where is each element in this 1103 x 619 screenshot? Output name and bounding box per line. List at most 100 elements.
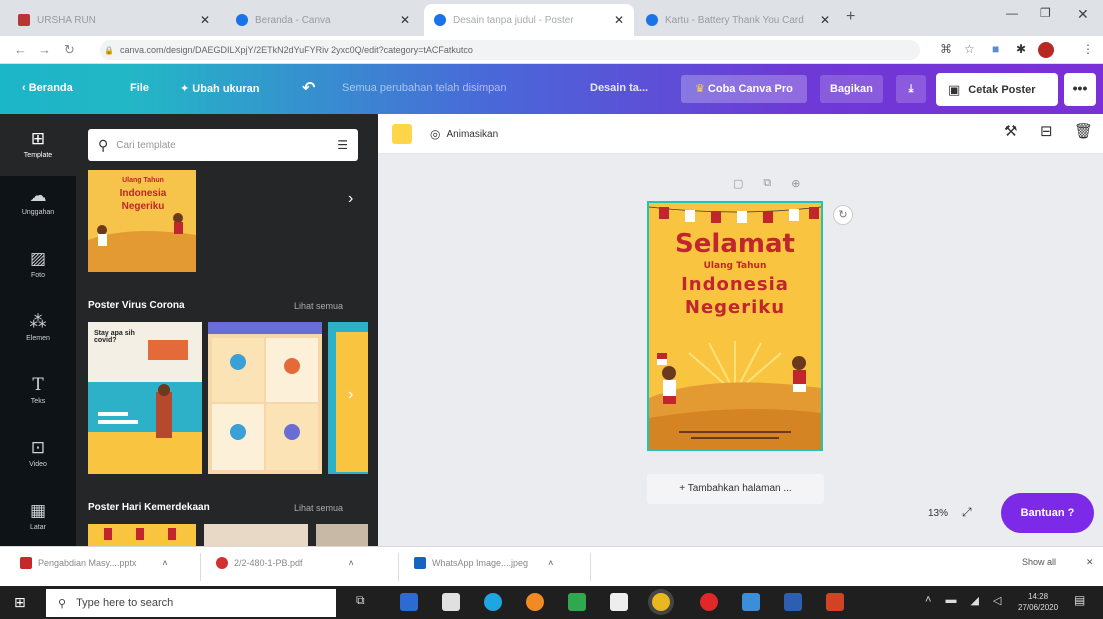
sidebar-item-label: Teks [30, 398, 46, 405]
kebab-menu-icon[interactable]: ⋮ [1082, 42, 1094, 56]
forward-arrow-icon[interactable]: → [38, 42, 51, 57]
zoom-level[interactable]: 13% [928, 508, 948, 519]
chevron-right-icon[interactable]: › [348, 190, 353, 208]
show-all-button[interactable]: Show all [1022, 557, 1056, 567]
word-icon[interactable] [784, 593, 802, 611]
sidebar-item-template[interactable]: ⊞ Template [0, 114, 76, 176]
sidebar-item-elements[interactable]: ⁂ Elemen [0, 312, 76, 342]
upload-icon: ☁ [29, 186, 47, 205]
network-icon[interactable]: ◢ [970, 594, 978, 607]
poster-page[interactable]: Selamat Ulang Tahun Indonesia Negeriku [647, 201, 823, 451]
fullscreen-icon[interactable]: ⤢ [962, 505, 972, 520]
sidebar-item-text[interactable]: T Teks [0, 375, 76, 405]
browser-tab-active[interactable]: Desain tanpa judul - Poster ✕ [424, 4, 634, 36]
firefox-icon[interactable] [526, 593, 544, 611]
taskbar-clock[interactable]: 14:28 27/06/2020 [1018, 591, 1058, 613]
chevron-right-icon[interactable]: › [348, 386, 353, 404]
duplicate-icon[interactable]: ⧉ [763, 177, 771, 190]
close-window-icon[interactable]: ✕ [1077, 6, 1089, 23]
app-icon[interactable] [568, 593, 586, 611]
avatar[interactable] [1038, 42, 1054, 58]
download-item[interactable]: 2/2-480-1-PB.pdf ˄ [216, 557, 354, 569]
close-icon[interactable]: ✕ [1086, 557, 1094, 568]
powerpoint-icon[interactable] [826, 593, 844, 611]
store-icon[interactable] [442, 593, 460, 611]
chrome-icon[interactable] [652, 593, 670, 611]
reload-icon[interactable]: ↻ [64, 42, 75, 58]
undo-icon[interactable]: ↶ [302, 78, 315, 98]
browser-tab[interactable]: Beranda - Canva ✕ [226, 4, 420, 36]
sidebar-item-upload[interactable]: ☁ Unggahan [0, 186, 76, 216]
background-color-swatch[interactable] [392, 124, 412, 144]
restore-icon[interactable]: ❐ [1040, 6, 1051, 20]
battery-icon[interactable]: ▬ [945, 594, 956, 607]
note-icon[interactable]: ▢ [733, 177, 743, 190]
browser-tab-strip: URSHA RUN ✕ Beranda - Canva ✕ Desain tan… [0, 0, 1103, 36]
design-title-field[interactable]: Desain ta... [590, 82, 648, 94]
new-tab-icon[interactable]: + [846, 8, 855, 26]
template-thumbnail[interactable]: Stay apa sih covid? [88, 322, 202, 474]
minimize-icon[interactable]: — [1006, 6, 1018, 20]
windows-start-icon[interactable]: ⊞ [14, 594, 26, 611]
filter-icon[interactable]: ☰ [337, 138, 348, 152]
sidebar-item-video[interactable]: ⊡ Video [0, 438, 76, 468]
download-item[interactable]: WhatsApp Image....jpeg ˄ [414, 557, 553, 569]
try-pro-button[interactable]: ♛ Coba Canva Pro [681, 75, 807, 103]
lock-icon[interactable]: ⊟ [1040, 122, 1053, 140]
taskbar-search[interactable]: ⚲ Type here to search [46, 589, 336, 617]
see-all-link[interactable]: Lihat semua [294, 503, 343, 513]
template-search[interactable]: ⚲ Cari template ☰ [88, 129, 358, 161]
paint-roller-icon[interactable]: ⚒ [1004, 122, 1017, 140]
print-poster-button[interactable]: ▣ Cetak Poster [936, 73, 1058, 106]
template-thumbnail[interactable] [88, 524, 196, 546]
close-icon[interactable]: ✕ [400, 13, 410, 27]
share-button[interactable]: Bagikan [820, 75, 883, 103]
chevron-up-icon[interactable]: ˄ [548, 558, 553, 568]
opera-icon[interactable] [700, 593, 718, 611]
search-input[interactable]: Cari template [116, 140, 329, 151]
see-all-link[interactable]: Lihat semua [294, 301, 343, 311]
chevron-up-icon[interactable]: ˄ [349, 558, 354, 568]
thumbnail-line: Negeriku [121, 201, 165, 212]
back-arrow-icon[interactable]: ← [14, 42, 27, 57]
translate-icon[interactable]: ⌘ [940, 42, 952, 56]
close-icon[interactable]: ✕ [200, 13, 210, 27]
chevron-up-icon[interactable]: ˄ [162, 558, 167, 568]
add-page-icon[interactable]: ⊕ [791, 177, 800, 190]
close-icon[interactable]: ✕ [614, 13, 624, 27]
sidebar-item-photo[interactable]: ▨ Foto [0, 249, 76, 279]
task-view-icon[interactable]: ⧉ [356, 593, 374, 611]
template-thumbnail[interactable] [204, 524, 308, 546]
download-icon[interactable]: ⤓ [896, 75, 926, 103]
trash-icon[interactable]: 🗑 [1074, 122, 1093, 140]
resize-button[interactable]: ✦ Ubah ukuran [180, 82, 260, 95]
browser-tab[interactable]: Kartu - Battery Thank You Card ✕ [636, 4, 840, 36]
template-thumbnail[interactable] [316, 524, 368, 546]
photos-icon[interactable] [742, 593, 760, 611]
side-nav: ⊞ Template ☁ Unggahan ▨ Foto ⁂ Elemen T … [0, 114, 76, 546]
extension-icon[interactable]: ■ [992, 42, 999, 56]
url-field[interactable]: canva.com/design/DAEGDILXpjY/2ETkN2dYuFY… [100, 40, 920, 60]
template-thumbnail[interactable]: Ulang Tahun Indonesia Negeriku [88, 170, 196, 272]
add-page-button[interactable]: + Tambahkan halaman ... [647, 474, 824, 504]
star-icon[interactable]: ☆ [964, 42, 975, 56]
download-item[interactable]: Pengabdian Masy....pptx ˄ [20, 557, 168, 569]
animate-button[interactable]: ◎ Animasikan [430, 127, 498, 141]
more-options-button[interactable]: ••• [1064, 73, 1096, 106]
template-thumbnail[interactable] [208, 322, 322, 474]
browser-tab[interactable]: URSHA RUN ✕ [8, 4, 220, 36]
home-back-button[interactable]: ‹ Beranda [22, 82, 73, 94]
puzzle-icon[interactable]: ✱ [1016, 42, 1026, 56]
file-menu-button[interactable]: File [130, 82, 149, 94]
volume-icon[interactable]: ◁ [993, 594, 1001, 607]
close-icon[interactable]: ✕ [820, 13, 830, 27]
taskbar-search-input[interactable]: Type here to search [76, 597, 173, 609]
app-icon[interactable] [400, 593, 418, 611]
file-icon[interactable] [610, 593, 628, 611]
edge-icon[interactable] [484, 593, 502, 611]
notification-icon[interactable]: ▤ [1074, 593, 1092, 611]
help-button[interactable]: Bantuan ? [1001, 493, 1094, 533]
rotate-icon[interactable]: ↻ [833, 205, 853, 225]
sidebar-item-background[interactable]: ▦ Latar [0, 501, 76, 531]
chevron-up-icon[interactable]: ˄ [925, 594, 931, 607]
